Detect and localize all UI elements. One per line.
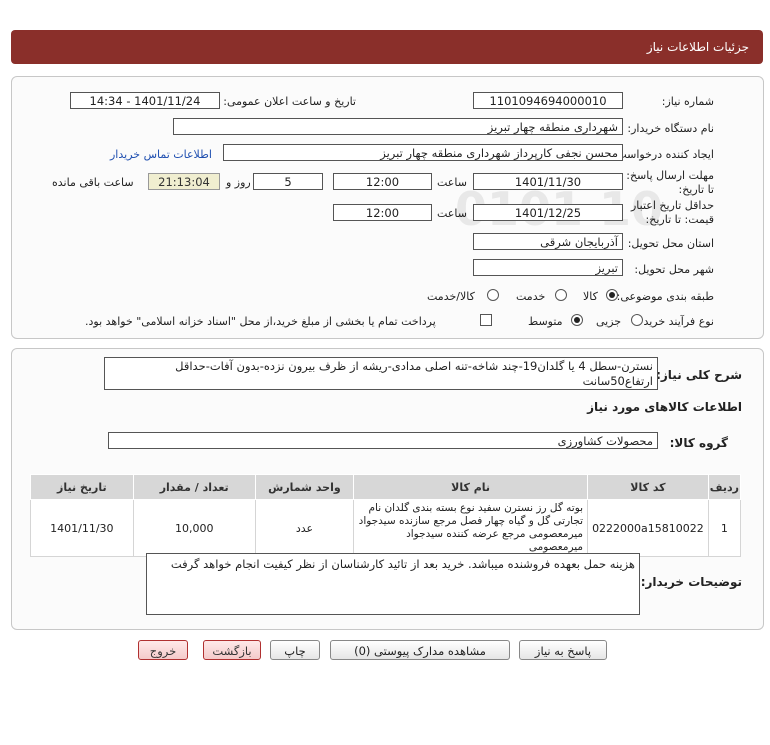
category-radio-goods[interactable] (606, 289, 618, 301)
cell-name: بوته گل رز نسترن سفید نوع بسته بندی گلدا… (353, 499, 589, 557)
reply-deadline-label: مهلت ارسال پاسخ: تا تاریخ: (626, 169, 714, 196)
validity-time-field: 12:00 (333, 204, 432, 221)
process-option-minor: جزیی (596, 315, 622, 328)
table-row: 1 0222000a15810022 بوته گل رز نسترن سفید… (30, 499, 742, 557)
buyer-notes-field: هزینه حمل بعهده فروشنده میباشد. خرید بعد… (146, 553, 640, 615)
window-title-bar: جزئیات اطلاعات نیاز (11, 30, 763, 64)
need-number-label: شماره نیاز: (661, 95, 714, 108)
view-documents-button[interactable]: مشاهده مدارک پیوستی (0) (330, 640, 510, 660)
treasury-payment-checkbox[interactable] (480, 314, 492, 326)
validity-time-label: ساعت (437, 207, 467, 220)
goods-info-title: اطلاعات کالاهای مورد نیاز (587, 400, 742, 414)
category-option-goods-service: کالا/خدمت (427, 290, 475, 303)
province-field: آذربایجان شرقی (473, 233, 623, 250)
remaining-label: ساعت باقی مانده (52, 176, 134, 189)
category-radio-goods-service[interactable] (487, 289, 499, 301)
print-button[interactable]: چاپ (270, 640, 320, 660)
treasury-payment-note: پرداخت تمام یا بخشی از مبلغ خرید،از محل … (85, 315, 436, 328)
back-button[interactable]: بازگشت (203, 640, 261, 660)
days-label: روز و (226, 176, 251, 189)
cell-row: 1 (707, 499, 742, 557)
announce-field: 1401/11/24 - 14:34 (70, 92, 220, 109)
col-unit: واحد شمارش (254, 474, 355, 500)
col-name: نام کالا (353, 474, 589, 500)
goods-table: ردیف کد کالا نام کالا واحد شمارش تعداد /… (30, 474, 742, 557)
category-option-goods: کالا (583, 290, 598, 303)
general-desc-label: شرح کلی نیاز: (656, 368, 742, 382)
exit-button[interactable]: خروج (138, 640, 188, 660)
goods-group-field: محصولات کشاورزی (108, 432, 658, 449)
creator-label: ایجاد کننده درخواست: (612, 148, 714, 161)
process-radio-medium[interactable] (571, 314, 583, 326)
window-title: جزئیات اطلاعات نیاز (646, 40, 749, 54)
city-label: شهر محل تحویل: (634, 263, 714, 276)
buyer-org-field: شهرداری منطقه چهار تبریز (173, 118, 623, 135)
reply-time-label: ساعت (437, 176, 467, 189)
process-label: نوع فرآیند خرید : (636, 315, 714, 328)
cell-qty: 10,000 (132, 499, 256, 557)
province-label: استان محل تحویل: (627, 237, 714, 250)
need-number-field: 1101094694000010 (473, 92, 623, 109)
reply-time-field: 12:00 (333, 173, 432, 190)
process-radio-minor[interactable] (631, 314, 643, 326)
days-field: 5 (253, 173, 323, 190)
reply-date-field: 1401/11/30 (473, 173, 623, 190)
remaining-time-field: 21:13:04 (148, 173, 220, 190)
category-label: طبقه بندی موضوعی: (616, 290, 714, 303)
process-option-medium: متوسط (528, 315, 563, 328)
col-row: ردیف (707, 474, 742, 500)
buyer-org-label: نام دستگاه خریدار: (627, 122, 714, 135)
goods-table-header: ردیف کد کالا نام کالا واحد شمارش تعداد /… (30, 474, 742, 500)
col-date: تاریخ نیاز (30, 474, 134, 500)
goods-group-label: گروه کالا: (669, 436, 728, 450)
validity-date-field: 1401/12/25 (473, 204, 623, 221)
city-field: تبریز (473, 259, 623, 276)
buyer-notes-label: توضیحات خریدار: (640, 575, 742, 589)
contact-buyer-link[interactable]: اطلاعات تماس خریدار (110, 148, 212, 161)
general-desc-field: نسترن-سطل 4 یا گلدان19-چند شاخه-تنه اصلی… (104, 357, 658, 390)
col-qty: تعداد / مقدار (132, 474, 256, 500)
category-option-service: خدمت (516, 290, 546, 303)
cell-code: 0222000a15810022 (587, 499, 709, 557)
price-validity-label: حداقل تاریخ اعتبار قیمت: تا تاریخ: (630, 199, 714, 226)
announce-label: تاریخ و ساعت اعلان عمومی: (223, 95, 356, 108)
reply-button[interactable]: پاسخ به نیاز (519, 640, 607, 660)
category-radio-service[interactable] (555, 289, 567, 301)
cell-date: 1401/11/30 (30, 499, 134, 557)
col-code: کد کالا (587, 474, 709, 500)
cell-unit: عدد (254, 499, 355, 557)
creator-field: محسن نجفی کارپرداز شهرداری منطقه چهار تب… (223, 144, 623, 161)
